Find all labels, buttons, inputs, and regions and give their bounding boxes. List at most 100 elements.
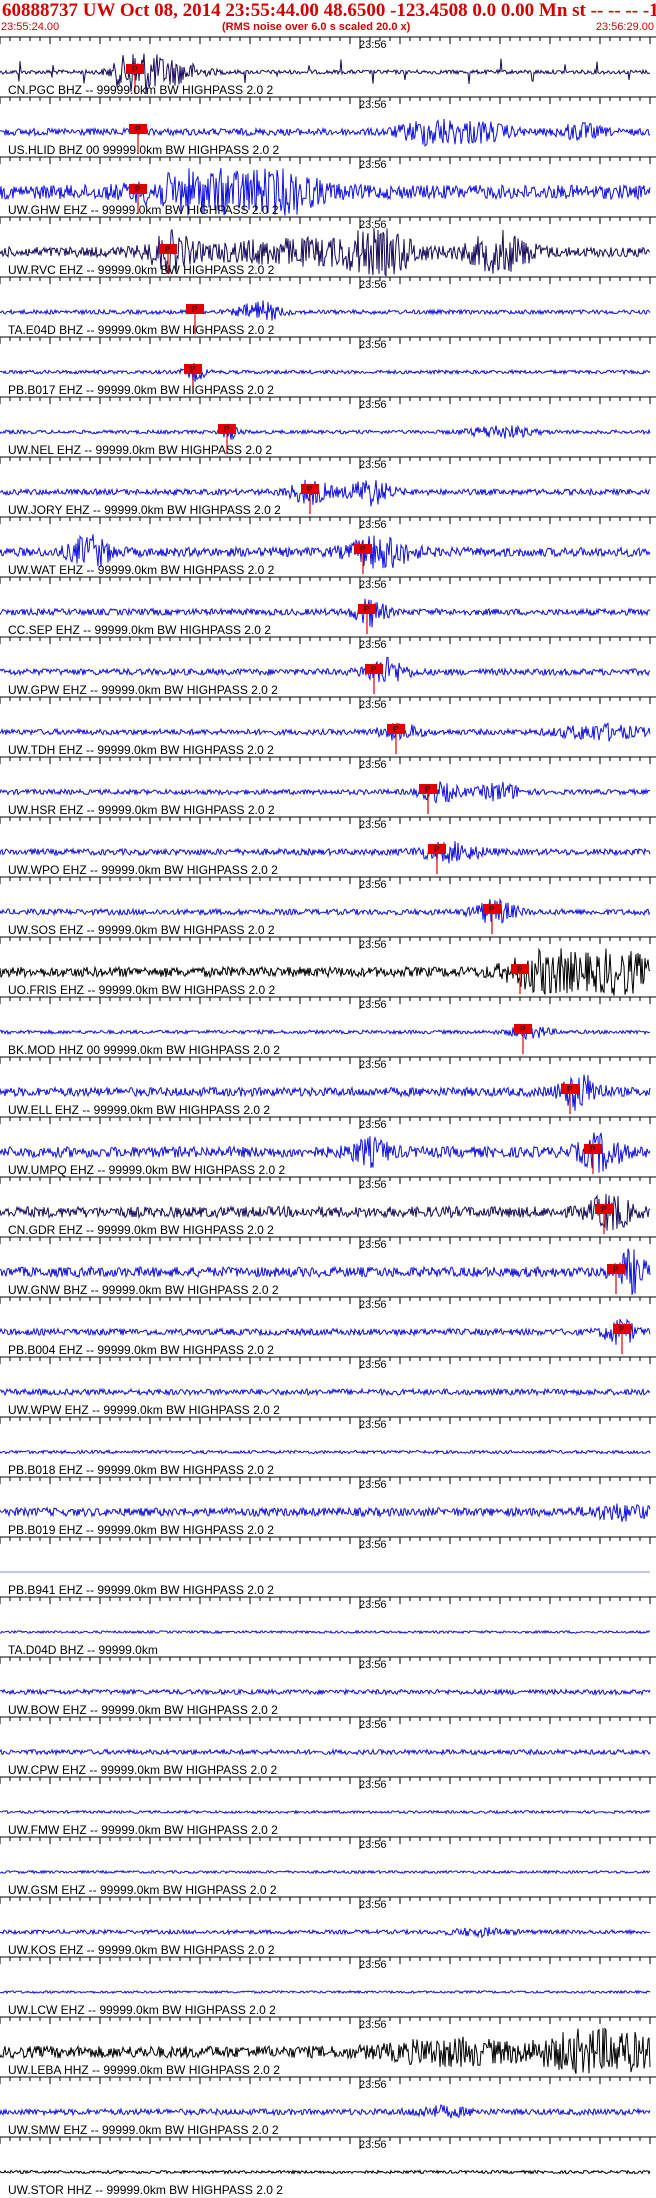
station-label: UW.GNW BHZ -- 99999.0km BW HIGHPASS 2.0 …: [8, 1283, 279, 1297]
waveform-trace: [0, 1629, 651, 1635]
phase-pick-label: P: [393, 725, 398, 734]
minute-label: 23:56: [359, 2139, 387, 2151]
minute-label: 23:56: [359, 159, 387, 171]
station-label: US.HLID BHZ 00 99999.0km BW HIGHPASS 2.0…: [8, 143, 280, 157]
phase-pick-label: P: [619, 1325, 624, 1334]
minute-label: 23:56: [359, 1839, 387, 1851]
phase-pick-label: P: [425, 785, 430, 794]
minute-label: 23:56: [359, 699, 387, 711]
minute-label: 23:56: [359, 1179, 387, 1191]
minute-label: 23:56: [359, 999, 387, 1011]
station-label: UW.TDH EHZ -- 99999.0km BW HIGHPASS 2.0 …: [8, 743, 274, 757]
waveform-trace: [0, 2169, 651, 2175]
waveform-trace: [0, 362, 651, 382]
waveform-trace: [0, 1869, 651, 1875]
station-label: UW.CPW EHZ -- 99999.0km BW HIGHPASS 2.0 …: [8, 1763, 278, 1777]
waveform-trace: [0, 1387, 651, 1397]
station-label: UW.JORY EHZ -- 99999.0km BW HIGHPASS 2.0…: [8, 503, 281, 517]
phase-pick-label: P: [364, 605, 369, 614]
phase-pick-label: P: [601, 1205, 606, 1214]
minute-label: 23:56: [359, 579, 387, 591]
phase-pick-label: P: [489, 905, 494, 914]
phase-pick-label: P: [360, 545, 365, 554]
station-label: UW.RVC EHZ -- 99999.0km BW HIGHPASS 2.0 …: [8, 263, 275, 277]
station-label: UW.WPW EHZ -- 99999.0km BW HIGHPASS 2.0 …: [8, 1403, 280, 1417]
station-label: BK.MOD HHZ 00 99999.0km BW HIGHPASS 2.0 …: [8, 1043, 280, 1057]
waveform-trace: [0, 897, 651, 924]
station-label: PB.B019 EHZ -- 99999.0km BW HIGHPASS 2.0…: [8, 1523, 274, 1537]
station-label: PB.B004 EHZ -- 99999.0km BW HIGHPASS 2.0…: [8, 1343, 274, 1357]
phase-pick-label: P: [192, 305, 197, 314]
start-time-label: 23:55:24.00: [1, 21, 60, 33]
phase-pick-label: P: [434, 845, 439, 854]
phase-pick-label: P: [165, 245, 170, 254]
minute-label: 23:56: [359, 1539, 387, 1551]
station-label: CC.SEP EHZ -- 99999.0km BW HIGHPASS 2.0 …: [8, 623, 271, 637]
minute-label: 23:56: [359, 1479, 387, 1491]
minute-label: 23:56: [359, 819, 387, 831]
phase-pick-label: P: [517, 965, 522, 974]
minute-label: 23:56: [359, 1419, 387, 1431]
minute-label: 23:56: [359, 399, 387, 411]
phase-pick-label: P: [190, 365, 195, 374]
station-label: PB.B018 EHZ -- 99999.0km BW HIGHPASS 2.0…: [8, 1463, 274, 1477]
station-label: UW.BOW EHZ -- 99999.0km BW HIGHPASS 2.0 …: [8, 1703, 278, 1717]
station-label: PB.B941 EHZ -- 99999.0km BW HIGHPASS 2.0…: [8, 1583, 274, 1597]
phase-pick-label: P: [590, 1145, 595, 1154]
minute-label: 23:56: [359, 1059, 387, 1071]
station-label: UW.GHW EHZ -- 99999.0km BW HIGHPASS 2.0 …: [8, 203, 279, 217]
minute-label: 23:56: [359, 1239, 387, 1251]
waveform-trace: [0, 656, 651, 683]
phase-pick-label: P: [307, 485, 312, 494]
waveform-trace: [0, 841, 651, 864]
phase-pick-label: P: [613, 1265, 618, 1274]
minute-label: 23:56: [359, 639, 387, 651]
minute-label: 23:56: [359, 1119, 387, 1131]
phase-pick-label: P: [135, 125, 140, 134]
end-time-label: 23:56:29.00: [595, 21, 654, 33]
minute-label: 23:56: [359, 1599, 387, 1611]
waveform-trace: [0, 1449, 651, 1455]
waveform-trace: [0, 722, 651, 742]
waveform-trace: [0, 2104, 651, 2119]
event-title: 60888737 UW Oct 08, 2014 23:55:44.00 48.…: [2, 0, 656, 21]
station-label: UW.FMW EHZ -- 99999.0km BW HIGHPASS 2.0 …: [8, 1823, 278, 1837]
rms-noise-subtitle: (RMS noise over 6.0 s scaled 20.0 x): [222, 21, 411, 33]
station-label: UW.LEBA HHZ -- 99999.0km BW HIGHPASS 2.0…: [8, 2063, 280, 2077]
waveform-trace: [0, 1809, 651, 1815]
station-label: UW.ELL EHZ -- 99999.0km BW HIGHPASS 2.0 …: [8, 1103, 270, 1117]
waveform-trace: [0, 424, 651, 441]
waveform-trace: [0, 300, 651, 321]
phase-pick-label: P: [132, 65, 137, 74]
minute-label: 23:56: [359, 39, 387, 51]
waveform-trace: [0, 1503, 651, 1522]
station-label: UO.FRIS EHZ -- 99999.0km BW HIGHPASS 2.0…: [8, 983, 276, 997]
waveform-trace: [0, 1687, 651, 1697]
station-label: PB.B017 EHZ -- 99999.0km BW HIGHPASS 2.0…: [8, 383, 274, 397]
station-label: UW.GSM EHZ -- 99999.0km BW HIGHPASS 2.0 …: [8, 1883, 277, 1897]
waveform-trace: [0, 1989, 651, 1995]
minute-label: 23:56: [359, 1719, 387, 1731]
station-label: UW.KOS EHZ -- 99999.0km BW HIGHPASS 2.0 …: [8, 1943, 275, 1957]
minute-label: 23:56: [359, 1899, 387, 1911]
plot-header: 60888737 UW Oct 08, 2014 23:55:44.00 48.…: [0, 0, 656, 36]
minute-label: 23:56: [359, 759, 387, 771]
station-label: UW.SMW EHZ -- 99999.0km BW HIGHPASS 2.0 …: [8, 2123, 279, 2137]
waveform-trace: [0, 118, 651, 147]
minute-label: 23:56: [359, 459, 387, 471]
station-label: UW.NEL EHZ -- 99999.0km BW HIGHPASS 2.0 …: [8, 443, 272, 457]
minute-label: 23:56: [359, 939, 387, 951]
minute-label: 23:56: [359, 279, 387, 291]
station-label: UW.SOS EHZ -- 99999.0km BW HIGHPASS 2.0 …: [8, 923, 275, 937]
station-label: UW.STOR HHZ -- 99999.0km BW HIGHPASS 2.0…: [8, 2183, 283, 2197]
minute-label: 23:56: [359, 2079, 387, 2091]
station-label: CN.GDR EHZ -- 99999.0km BW HIGHPASS 2.0 …: [8, 1223, 274, 1237]
station-label: UW.LCW EHZ -- 99999.0km BW HIGHPASS 2.0 …: [8, 2003, 276, 2017]
waveform-trace: [0, 781, 651, 804]
waveform-trace: [0, 1318, 651, 1345]
waveform-trace: [0, 1747, 651, 1757]
phase-pick-label: P: [135, 185, 140, 194]
minute-label: 23:56: [359, 2019, 387, 2031]
waveform-trace: [0, 1927, 651, 1939]
station-label: UW.UMPQ EHZ -- 99999.0km BW HIGHPASS 2.0…: [8, 1163, 286, 1177]
